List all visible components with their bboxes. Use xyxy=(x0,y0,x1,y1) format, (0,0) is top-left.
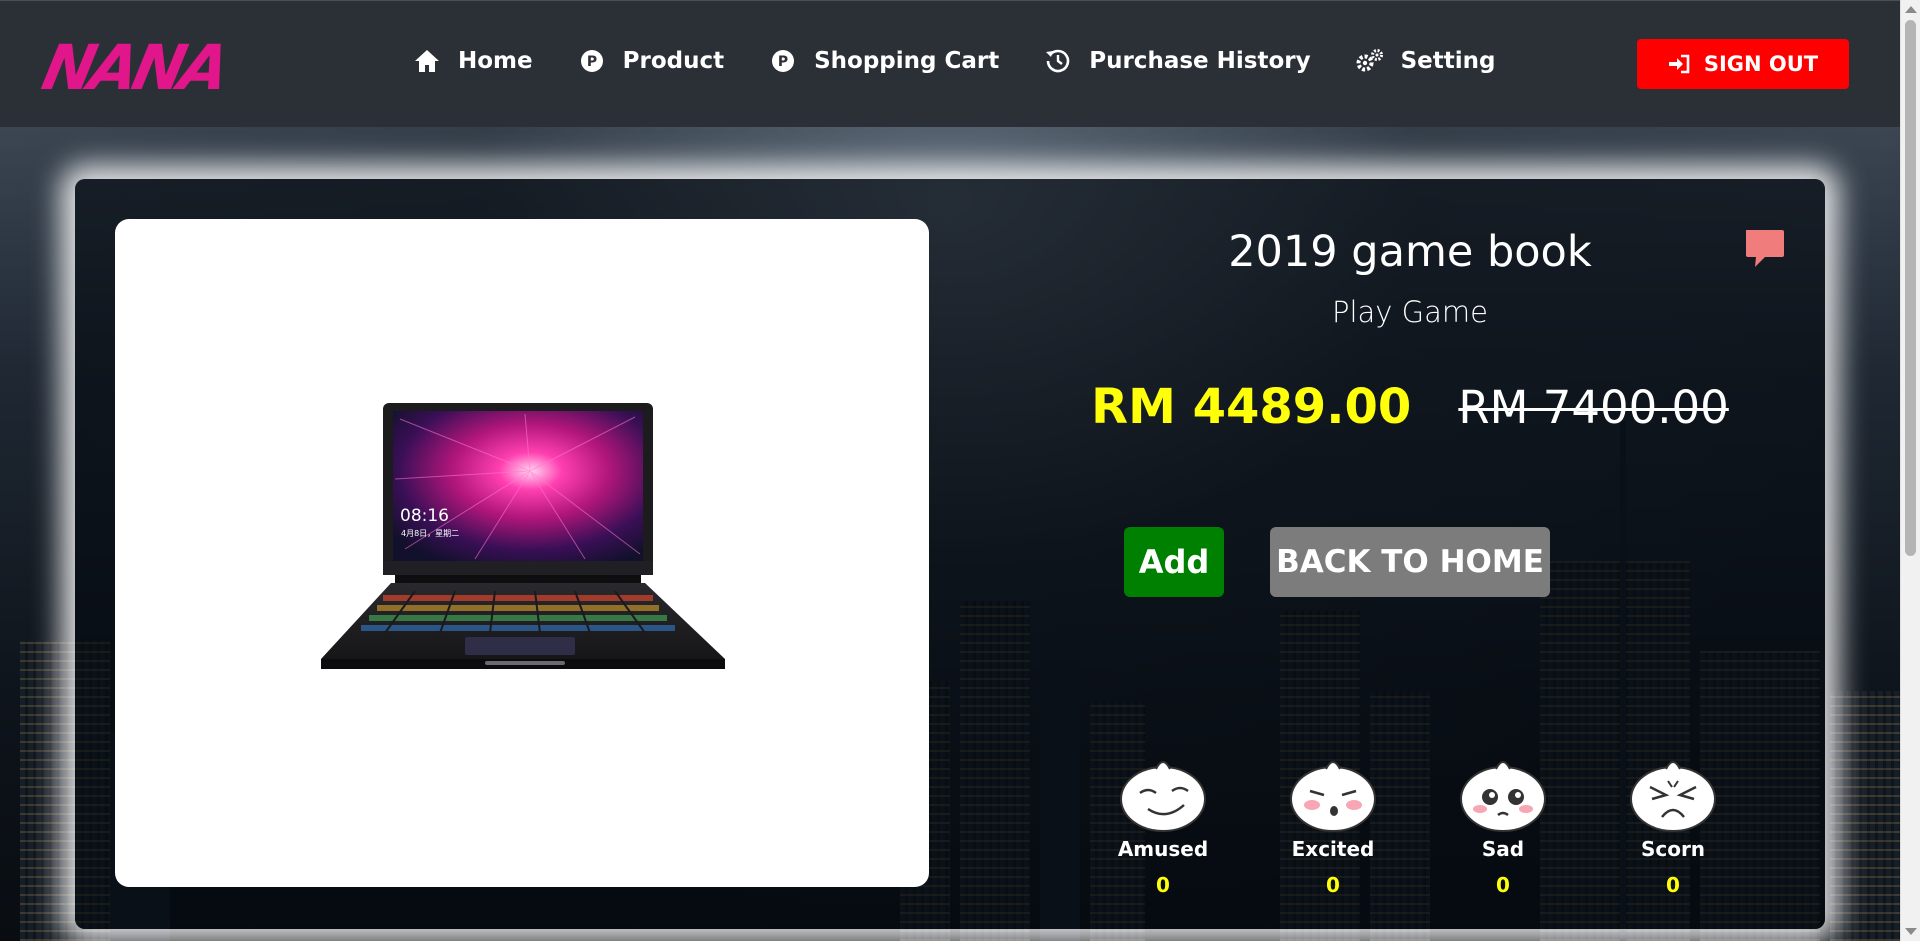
reaction-amused[interactable]: Amused 0 xyxy=(1078,751,1248,897)
product-card: 08:16 4月8日，星期二 2019 game book Play Game … xyxy=(75,179,1825,929)
product-icon: P xyxy=(577,47,607,75)
sign-out-button[interactable]: SIGN OUT xyxy=(1637,39,1849,89)
sign-out-label: SIGN OUT xyxy=(1703,52,1819,76)
nav-item-shopping-cart[interactable]: P Shopping Cart xyxy=(768,47,999,75)
nav-item-label: Product xyxy=(622,48,725,74)
scroll-thumb[interactable] xyxy=(1905,20,1916,556)
home-icon xyxy=(412,47,442,75)
sad-face-icon xyxy=(1460,761,1546,832)
logo[interactable]: NANA xyxy=(36,31,231,104)
nav-item-setting[interactable]: Setting xyxy=(1355,47,1496,75)
reaction-count: 0 xyxy=(1496,873,1510,897)
top-nav: NANA Home P Product P Shopping Cart Purc… xyxy=(0,0,1900,127)
original-price: RM 7400.00 xyxy=(1458,381,1729,434)
price-row: RM 4489.00 RM 7400.00 xyxy=(1015,379,1805,435)
scroll-up-arrow-icon[interactable] xyxy=(1905,6,1917,13)
product-title: 2019 game book xyxy=(1228,227,1592,277)
product-image: 08:16 4月8日，星期二 xyxy=(115,219,929,887)
svg-text:P: P xyxy=(778,54,788,70)
reaction-label: Amused xyxy=(1117,837,1209,861)
laptop-screen-date: 4月8日，星期二 xyxy=(401,529,459,538)
scroll-down-arrow-icon[interactable] xyxy=(1905,928,1917,935)
nav-item-product[interactable]: P Product xyxy=(577,47,724,75)
reaction-excited[interactable]: Excited 0 xyxy=(1248,751,1418,897)
main-menu: Home P Product P Shopping Cart Purchase … xyxy=(412,47,1539,75)
reactions: Amused 0 Excited 0 Sad 0 Scorn 0 xyxy=(1078,751,1758,897)
laptop-screen-time: 08:16 xyxy=(400,506,449,526)
vertical-scrollbar[interactable] xyxy=(1900,0,1920,941)
reaction-label: Scorn xyxy=(1640,837,1706,861)
reaction-sad[interactable]: Sad 0 xyxy=(1418,751,1588,897)
nav-item-label: Shopping Cart xyxy=(814,48,1000,74)
product-description: Play Game xyxy=(1331,295,1489,329)
excited-face-icon xyxy=(1290,761,1376,832)
reaction-label: Sad xyxy=(1481,837,1525,861)
nav-item-label: Setting xyxy=(1400,48,1496,74)
gear-icon xyxy=(1355,47,1385,75)
reaction-count: 0 xyxy=(1666,873,1680,897)
svg-text:P: P xyxy=(586,54,596,70)
laptop-image: 08:16 4月8日，星期二 xyxy=(321,403,725,669)
current-price: RM 4489.00 xyxy=(1091,379,1412,435)
nav-item-home[interactable]: Home xyxy=(412,47,533,75)
nav-item-purchase-history[interactable]: Purchase History xyxy=(1043,47,1311,75)
reaction-count: 0 xyxy=(1156,873,1170,897)
nav-item-label: Purchase History xyxy=(1089,48,1311,74)
amused-face-icon xyxy=(1120,761,1206,832)
add-to-cart-button[interactable]: Add xyxy=(1124,527,1224,597)
sign-out-icon xyxy=(1668,54,1690,74)
reaction-count: 0 xyxy=(1326,873,1340,897)
scorn-face-icon xyxy=(1630,761,1716,832)
back-to-home-button[interactable]: BACK TO HOME xyxy=(1270,527,1550,597)
reaction-label: Excited xyxy=(1291,837,1375,861)
nav-item-label: Home xyxy=(458,48,533,74)
history-icon xyxy=(1043,47,1073,75)
reaction-scorn[interactable]: Scorn 0 xyxy=(1588,751,1758,897)
cart-icon: P xyxy=(768,47,798,75)
